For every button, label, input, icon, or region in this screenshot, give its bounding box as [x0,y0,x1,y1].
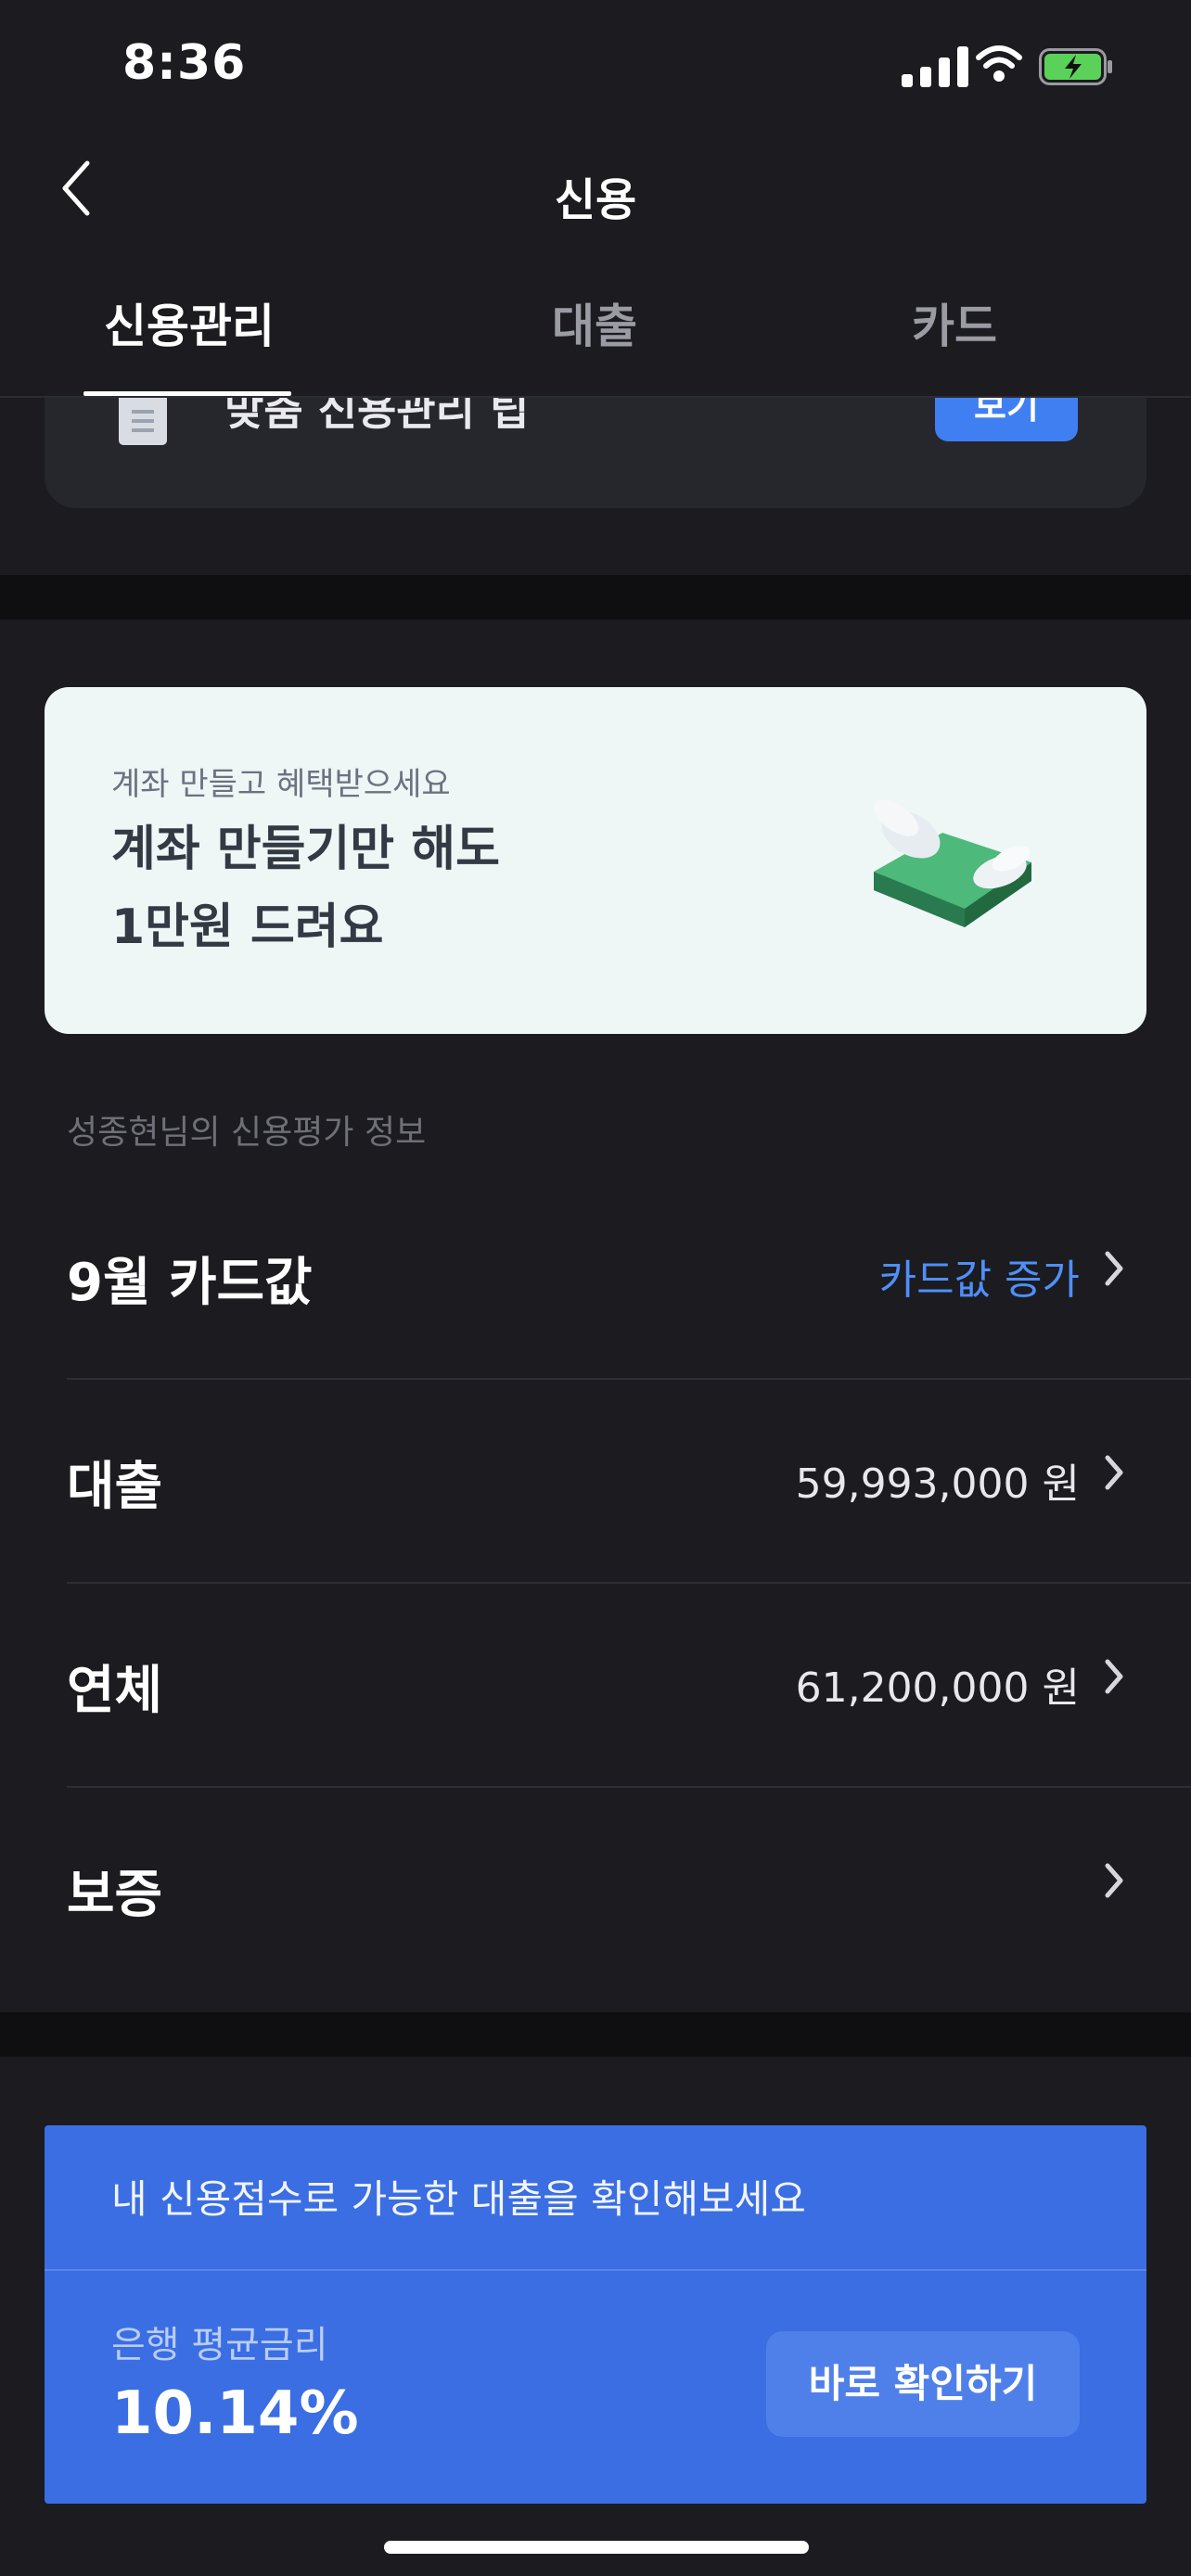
credit-row-label: 연체 [67,1661,163,1721]
credit-row-value: 59,993,000 원 [795,1460,1080,1508]
credit-row-label: 9월 카드값 [67,1253,313,1313]
promo-headline-line1: 계좌 만들기만 해도 [111,822,500,877]
section-separator [0,2012,1191,2057]
tip-view-button[interactable]: 보기 [935,398,1078,441]
credit-row-card-bill[interactable]: 9월 카드값 카드값 증가 [67,1176,1191,1380]
tab-credit-management[interactable]: 신용관리 [87,289,291,356]
status-time: 8:36 [122,35,247,91]
document-icon [119,398,167,445]
page-title: 신용 [554,174,637,226]
credit-info-section-label: 성종현님의 신용평가 정보 [67,1114,427,1152]
check-icon: ⌄ [137,398,154,403]
home-indicator[interactable] [384,2541,809,2554]
credit-row-value: 61,200,000 원 [795,1664,1080,1712]
chevron-right-icon [1105,1863,1123,1898]
cellular-signal-icon [902,46,968,87]
tip-card-region: ⌄ 맞춤 신용관리 팁 보기 [0,398,1191,583]
check-now-button[interactable]: 바로 확인하기 [766,2331,1080,2437]
tip-card-text: 맞춤 신용관리 팁 [224,398,530,435]
loan-banner-headline: 내 신용점수로 가능한 대출을 확인해보세요 [111,2176,806,2222]
wifi-icon [976,45,1022,82]
credit-row-value: 카드값 증가 [878,1256,1080,1304]
tip-card[interactable]: ⌄ 맞춤 신용관리 팁 보기 [45,398,1146,508]
battery-charging-icon [1039,48,1112,85]
promo-subtitle: 계좌 만들고 혜택받으세요 [111,766,451,803]
tab-loan[interactable]: 대출 [502,289,687,356]
promo-headline-line2: 1만원 드려요 [111,899,384,955]
flying-money-icon [873,799,1031,927]
credit-row-overdue[interactable]: 연체 61,200,000 원 [67,1584,1191,1788]
chevron-right-icon [1105,1251,1123,1286]
tab-card[interactable]: 카드 [862,289,1047,356]
credit-row-label: 보증 [67,1865,163,1925]
promo-headline: 계좌 만들기만 해도 1만원 드려요 [111,810,500,966]
chevron-right-icon [1105,1455,1123,1490]
section-separator [0,575,1191,619]
loan-rate-label: 은행 평균금리 [111,2324,328,2366]
chevron-right-icon [1105,1659,1123,1694]
credit-row-label: 대출 [67,1457,163,1517]
loan-rate-value: 10.14% [111,2379,359,2448]
tab-divider [0,396,1191,398]
credit-row-guarantee[interactable]: 보증 [67,1788,1191,1992]
loan-banner-divider [45,2269,1146,2271]
credit-row-loan[interactable]: 대출 59,993,000 원 [67,1380,1191,1584]
